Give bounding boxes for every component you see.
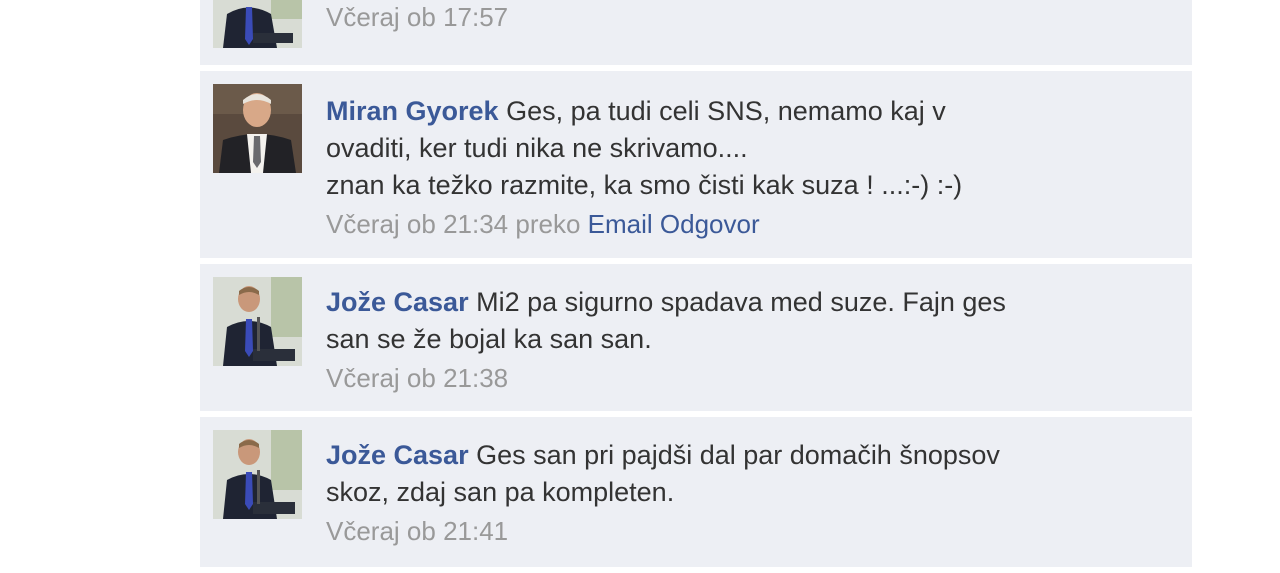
comment-item: Včeraj ob 17:57 xyxy=(200,0,1192,65)
comment-author-link[interactable]: Jože Casar xyxy=(326,440,469,470)
comment-item: Miran Gyorek Ges, pa tudi celi SNS, nema… xyxy=(200,71,1192,258)
man-in-suit-avatar[interactable] xyxy=(213,84,302,173)
comment-feed: Včeraj ob 17:57 Miran Gyorek Ges, pa tud… xyxy=(200,0,1192,573)
comment-timestamp[interactable]: Včeraj ob 17:57 xyxy=(326,0,1172,35)
comment-author-link[interactable]: Jože Casar xyxy=(326,287,469,317)
email-link[interactable]: Email xyxy=(588,209,653,239)
comment-meta: Včeraj ob 21:34 preko Email Odgovor xyxy=(326,206,1172,242)
reply-link[interactable]: Odgovor xyxy=(660,209,760,239)
comment-body: Miran Gyorek Ges, pa tudi celi SNS, nema… xyxy=(326,93,1172,204)
man-at-lectern-avatar[interactable] xyxy=(213,430,302,519)
comment-body: Jože Casar Mi2 pa sigurno spadava med su… xyxy=(326,284,1172,358)
comment-body: Jože Casar Ges san pri pajdši dal par do… xyxy=(326,437,1172,511)
man-at-lectern-avatar[interactable] xyxy=(213,0,302,48)
comment-author-link[interactable]: Miran Gyorek xyxy=(326,96,499,126)
comment-timestamp[interactable]: Včeraj ob 21:34 xyxy=(326,209,508,239)
comment-item: Jože Casar Mi2 pa sigurno spadava med su… xyxy=(200,264,1192,411)
man-at-lectern-avatar[interactable] xyxy=(213,277,302,366)
comment-meta: Včeraj ob 21:38 xyxy=(326,360,1172,396)
comment-item: Jože Casar Ges san pri pajdši dal par do… xyxy=(200,417,1192,567)
via-label: preko xyxy=(515,209,581,239)
comment-timestamp[interactable]: Včeraj ob 21:38 xyxy=(326,363,508,393)
comment-timestamp[interactable]: Včeraj ob 21:41 xyxy=(326,516,508,546)
